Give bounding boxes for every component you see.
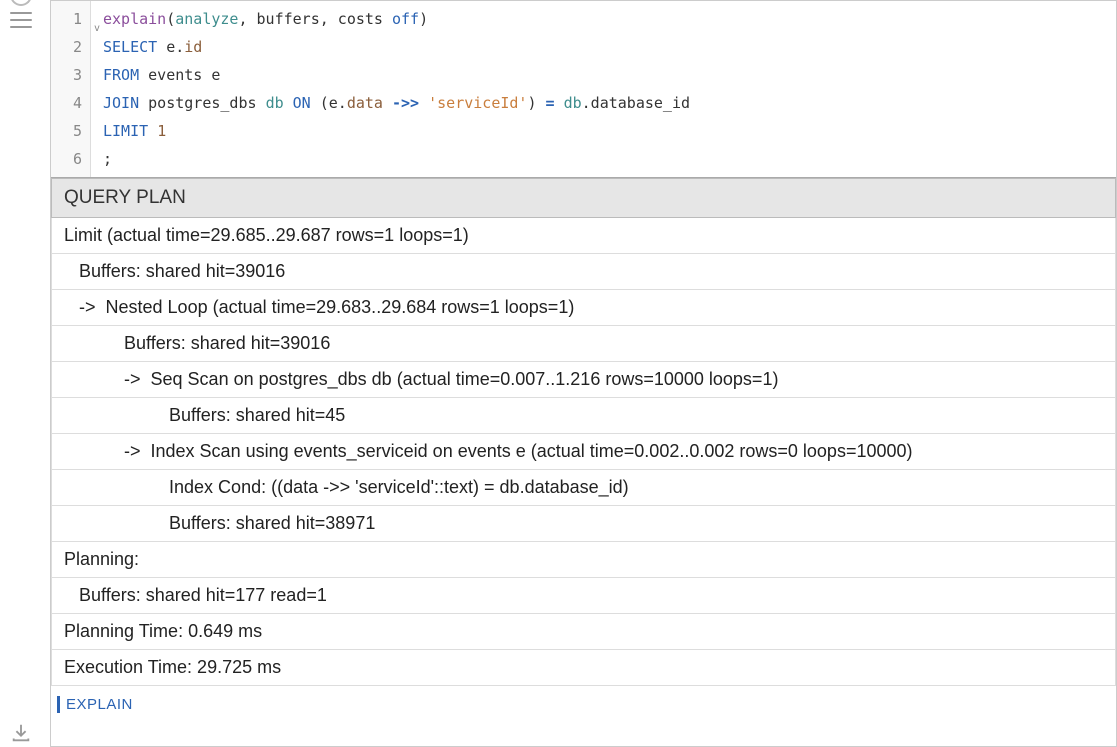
line-number: 1 (51, 5, 82, 33)
app-container: v 123456 explain(analyze, buffers, costs… (0, 0, 1117, 747)
table-row[interactable]: Limit (actual time=29.685..29.687 rows=1… (52, 218, 1116, 254)
plan-cell: Buffers: shared hit=45 (52, 398, 1116, 434)
plan-cell: Index Cond: ((data ->> 'serviceId'::text… (52, 470, 1116, 506)
plan-cell: -> Seq Scan on postgres_dbs db (actual t… (52, 362, 1116, 398)
plan-cell: Planning Time: 0.649 ms (52, 614, 1116, 650)
plan-cell: Buffers: shared hit=39016 (52, 254, 1116, 290)
code-line[interactable]: FROM events e (103, 61, 1104, 89)
plan-cell: -> Nested Loop (actual time=29.683..29.6… (52, 290, 1116, 326)
table-row[interactable]: Planning Time: 0.649 ms (52, 614, 1116, 650)
table-row[interactable]: Buffers: shared hit=39016 (52, 326, 1116, 362)
code-line[interactable]: explain(analyze, buffers, costs off) (103, 5, 1104, 33)
query-plan-table: QUERY PLAN Limit (actual time=29.685..29… (51, 178, 1116, 686)
download-icon[interactable] (10, 722, 32, 744)
table-row[interactable]: Buffers: shared hit=177 read=1 (52, 578, 1116, 614)
line-number: 4 (51, 89, 82, 117)
table-row[interactable]: -> Nested Loop (actual time=29.683..29.6… (52, 290, 1116, 326)
sql-editor[interactable]: v 123456 explain(analyze, buffers, costs… (51, 1, 1116, 177)
line-number: 5 (51, 117, 82, 145)
plan-cell: Planning: (52, 542, 1116, 578)
line-number: 6 (51, 145, 82, 173)
code-line[interactable]: SELECT e.id (103, 33, 1104, 61)
results-panel: QUERY PLAN Limit (actual time=29.685..29… (51, 177, 1116, 746)
column-header[interactable]: QUERY PLAN (52, 179, 1116, 218)
left-gutter (0, 0, 50, 747)
table-row[interactable]: -> Index Scan using events_serviceid on … (52, 434, 1116, 470)
table-row[interactable]: Buffers: shared hit=39016 (52, 254, 1116, 290)
table-row[interactable]: Index Cond: ((data ->> 'serviceId'::text… (52, 470, 1116, 506)
line-number: 3 (51, 61, 82, 89)
table-row[interactable]: Execution Time: 29.725 ms (52, 650, 1116, 686)
line-number-gutter: v 123456 (51, 1, 91, 177)
plan-cell: Buffers: shared hit=38971 (52, 506, 1116, 542)
plan-cell: Limit (actual time=29.685..29.687 rows=1… (52, 218, 1116, 254)
menu-icon[interactable] (10, 12, 32, 28)
table-row[interactable]: Buffers: shared hit=38971 (52, 506, 1116, 542)
line-number: 2 (51, 33, 82, 61)
code-line[interactable]: LIMIT 1 (103, 117, 1104, 145)
code-line[interactable]: JOIN postgres_dbs db ON (e.data ->> 'ser… (103, 89, 1104, 117)
table-row[interactable]: -> Seq Scan on postgres_dbs db (actual t… (52, 362, 1116, 398)
fold-marker-icon[interactable]: v (94, 15, 100, 43)
table-row[interactable]: Buffers: shared hit=45 (52, 398, 1116, 434)
plan-cell: -> Index Scan using events_serviceid on … (52, 434, 1116, 470)
explain-link[interactable]: EXPLAIN (57, 696, 133, 713)
plan-cell: Execution Time: 29.725 ms (52, 650, 1116, 686)
arc-decoration-icon (10, 0, 32, 6)
plan-cell: Buffers: shared hit=39016 (52, 326, 1116, 362)
main-panel: v 123456 explain(analyze, buffers, costs… (50, 0, 1117, 747)
table-row[interactable]: Planning: (52, 542, 1116, 578)
plan-cell: Buffers: shared hit=177 read=1 (52, 578, 1116, 614)
code-content[interactable]: explain(analyze, buffers, costs off)SELE… (91, 1, 1116, 177)
code-line[interactable]: ; (103, 145, 1104, 173)
